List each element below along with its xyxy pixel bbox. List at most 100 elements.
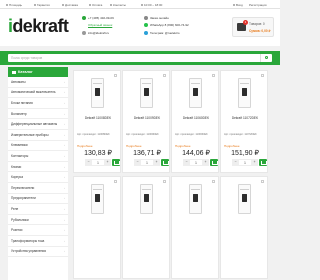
minus-button[interactable]: − (134, 159, 141, 166)
quantity-value[interactable]: 1 (141, 159, 153, 166)
phone-link[interactable]: +7 (495) 432-09-09 (82, 16, 114, 20)
product-card[interactable]: Dekraft 11072DEK Арт. производит. 11072DE… (220, 70, 268, 173)
product-image[interactable] (238, 184, 251, 214)
catalog-item[interactable]: Измерительные приборы › (8, 130, 68, 141)
compare-checkbox[interactable] (163, 180, 166, 183)
cart-count-badge: 1 (243, 20, 248, 25)
compare-checkbox[interactable] (212, 74, 215, 77)
product-price: 130,83 ₽ (84, 150, 112, 157)
product-card[interactable] (171, 176, 219, 279)
add-to-cart-button[interactable] (112, 159, 120, 166)
topnav-item[interactable]: Оплата (89, 2, 102, 7)
chevron-right-icon: › (64, 206, 65, 211)
product-card[interactable]: Dekraft 11009DEK Арт. производит. 11009DE… (122, 70, 170, 173)
details-link[interactable]: Подробнее (126, 144, 142, 148)
quantity-stepper: −1 + (183, 159, 209, 166)
product-card[interactable] (73, 176, 121, 279)
minus-button[interactable]: − (232, 159, 239, 166)
product-card[interactable]: Dekraft 11060DEK Арт. производит. 11060DE… (171, 70, 219, 173)
catalog-item[interactable]: Клеммники › (8, 141, 68, 152)
login-link[interactable]: Вход (233, 2, 243, 7)
logo[interactable]: idekraft (8, 17, 69, 35)
catalog-item[interactable]: Устройства управления › (8, 247, 68, 258)
compare-checkbox[interactable] (261, 74, 264, 77)
chevron-right-icon: › (64, 79, 65, 84)
nav-dot-icon (89, 3, 91, 6)
topnav-item[interactable]: 10:00 – 18:00 (141, 2, 162, 7)
chevron-right-icon: › (64, 228, 65, 233)
search-button[interactable] (260, 54, 272, 62)
add-to-cart-button[interactable] (161, 159, 169, 166)
whatsapp-icon (144, 23, 148, 27)
add-to-cart-button[interactable] (259, 159, 267, 166)
catalog-item[interactable]: Корпуса › (8, 172, 68, 183)
topnav-item[interactable]: Контакты (110, 2, 126, 7)
compare-checkbox[interactable] (212, 180, 215, 183)
quantity-value[interactable]: 1 (190, 159, 202, 166)
catalog-item[interactable]: Предохранители › (8, 194, 68, 205)
product-image[interactable] (189, 78, 202, 108)
product-name[interactable]: Dekraft 11060DEK (172, 116, 220, 120)
topnav-item[interactable]: Площадь (6, 2, 22, 7)
details-link[interactable]: Подробнее (175, 144, 191, 148)
product-card[interactable] (220, 176, 268, 279)
product-image[interactable] (238, 78, 251, 108)
whatsapp-link[interactable]: WhatsApp 8 (800) 600-74-92 (144, 23, 189, 27)
quantity-value[interactable]: 1 (239, 159, 251, 166)
product-image[interactable] (189, 184, 202, 214)
catalog-item[interactable]: Трансформаторы тока › (8, 236, 68, 247)
catalog-item[interactable]: Контакторы › (8, 151, 68, 162)
catalog-item[interactable]: Розетки › (8, 225, 68, 236)
catalog-item[interactable]: Реле › (8, 204, 68, 215)
compare-checkbox[interactable] (114, 180, 117, 183)
catalog-item[interactable]: Автоматический выключатель › (8, 88, 68, 99)
catalog-item[interactable]: Блоки питания › (8, 98, 68, 109)
menu-icon (12, 70, 16, 74)
email-link[interactable]: info@idekraft.ru (82, 31, 109, 35)
chevron-right-icon: › (64, 143, 65, 148)
register-link[interactable]: Регистрация (249, 2, 267, 7)
product-image[interactable] (91, 78, 104, 108)
topnav-item[interactable]: Доставка (62, 2, 78, 7)
plus-button[interactable]: + (202, 159, 209, 166)
cart-sum-label: Сумма: 0,00 ₽ (249, 29, 271, 33)
catalog-header[interactable]: Каталог (8, 67, 68, 77)
topnav-item[interactable]: Гарантия (34, 2, 50, 7)
catalog-item[interactable]: Дифференциальные автоматы › (8, 119, 68, 130)
product-image[interactable] (140, 78, 153, 108)
top-navigation-bar: Площадь Гарантия Доставка Оплата Контакты 10:… (0, 0, 280, 9)
minus-button[interactable]: − (183, 159, 190, 166)
product-image[interactable] (140, 184, 153, 214)
product-name[interactable]: Dekraft 11009DEK (123, 116, 171, 120)
product-name[interactable]: Dekraft 11072DEK (221, 116, 269, 120)
telegram-link[interactable]: Телеграм: @ruelektro (144, 31, 180, 35)
cart-widget[interactable]: 1 Товаров: 0 Сумма: 0,00 ₽ (232, 17, 274, 37)
compare-checkbox[interactable] (114, 74, 117, 77)
nav-dot-icon (6, 3, 8, 6)
catalog-item[interactable]: Автоматы › (8, 77, 68, 88)
chevron-right-icon: › (64, 217, 65, 222)
product-image[interactable] (91, 184, 104, 214)
catalog-item[interactable]: Переключатели › (8, 183, 68, 194)
product-article: Арт. производит. 11008DEK (77, 133, 110, 136)
catalog-item[interactable]: Кнопки › (8, 162, 68, 173)
product-name[interactable]: Dekraft 11008DEK (74, 116, 122, 120)
compare-checkbox[interactable] (261, 180, 264, 183)
quantity-value[interactable]: 1 (92, 159, 104, 166)
plus-button[interactable]: + (153, 159, 160, 166)
plus-button[interactable]: + (251, 159, 258, 166)
catalog-item[interactable]: Рубильники › (8, 215, 68, 226)
add-to-cart-button[interactable] (210, 159, 218, 166)
callback-link[interactable]: Обратный звонок (88, 23, 112, 27)
minus-button[interactable]: − (85, 159, 92, 166)
compare-checkbox[interactable] (163, 74, 166, 77)
product-card[interactable]: Dekraft 11008DEK Арт. производит. 11008DE… (73, 70, 121, 173)
details-link[interactable]: Подробнее (224, 144, 240, 148)
search-input[interactable]: Поиск среди товаров (8, 54, 268, 62)
online-order-link[interactable]: Заказ онлайн (144, 16, 169, 20)
details-link[interactable]: Подробнее (77, 144, 93, 148)
plus-button[interactable]: + (104, 159, 111, 166)
catalog-item[interactable]: Вольтметр › (8, 109, 68, 120)
product-card[interactable] (122, 176, 170, 279)
chevron-right-icon: › (64, 111, 65, 116)
